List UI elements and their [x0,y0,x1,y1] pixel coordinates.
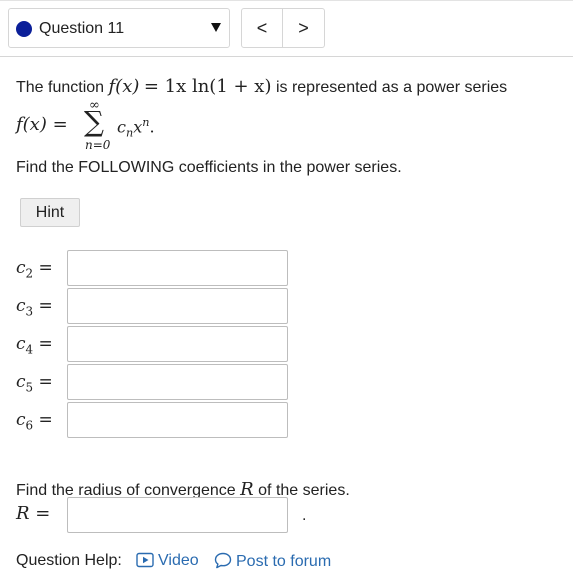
function-rhs: = 1x ln(1 + x) [143,76,272,97]
coefficient-row-c2: c2 = [16,250,296,286]
coef-eq: = [38,296,53,316]
intro-prefix: The function [16,79,105,96]
video-link-label: Video [158,552,199,569]
term-end: . [149,117,155,137]
term-variable: x [133,117,143,137]
c5-input[interactable] [67,364,288,400]
forum-link-label: Post to forum [236,553,332,570]
c3-input[interactable] [67,288,288,324]
coefficient-label: c5 = [16,372,53,394]
radius-row: R = . [16,497,316,533]
radius-label: R = [16,503,50,524]
question-help-label: Question Help: [16,552,122,569]
coef-eq: = [38,334,53,354]
video-link[interactable]: Video [136,552,199,573]
speech-bubble-icon [214,552,232,574]
question-help: Question Help: Video Post to forum [16,552,416,572]
find-coefficients-text: Find the FOLLOWING coefficients in the p… [16,159,402,176]
coef-eq: = [38,410,53,430]
coefficient-label: c2 = [16,258,53,280]
sum-lower-limit: n=0 [85,138,111,152]
coef-var: c [16,334,26,354]
sum-term: cnxn. [117,116,155,140]
c4-input[interactable] [67,326,288,362]
coef-sub: 6 [25,418,34,433]
coef-sub: 3 [25,304,34,319]
coef-eq: = [38,258,53,278]
coefficient-label: c6 = [16,410,53,432]
power-series-formula: f(x) = ∞ ∑ n=0 cnxn. [16,98,216,156]
coefficient-row-c3: c3 = [16,288,296,324]
radius-trailing-period: . [302,507,307,524]
coefficient-row-c4: c4 = [16,326,296,362]
previous-question-button[interactable]: < [241,8,283,48]
radius-var: R [16,503,30,524]
coefficient-row-c5: c5 = [16,364,296,400]
coef-sub: 2 [25,266,34,281]
sigma-icon: ∑ [84,105,104,138]
radius-input[interactable] [67,497,288,533]
coefficient-label: c4 = [16,334,53,356]
radius-eq: = [35,503,51,524]
question-status-dot-icon [16,21,32,37]
problem-intro: The function f(x) = 1x ln(1 + x) is repr… [16,76,507,97]
coefficient-label: c3 = [16,296,53,318]
question-header: Question 11 < > [0,0,573,56]
coef-sub: 4 [25,342,34,357]
post-to-forum-link[interactable]: Post to forum [214,552,331,574]
coef-var: c [16,372,26,392]
question-select[interactable]: Question 11 [8,8,230,48]
c2-input[interactable] [67,250,288,286]
coef-eq: = [38,372,53,392]
coef-var: c [16,410,26,430]
header-divider [0,56,573,57]
question-label: Question 11 [39,20,125,37]
intro-suffix: is represented as a power series [275,79,508,96]
coefficient-row-c6: c6 = [16,402,296,438]
sum-lhs: f(x) = [16,114,68,135]
play-icon [136,552,154,573]
coef-var: c [16,258,26,278]
term-base: c [117,117,126,137]
function-lhs: f(x) [108,76,140,97]
coef-var: c [16,296,26,316]
coef-sub: 5 [25,380,34,395]
c6-input[interactable] [67,402,288,438]
hint-button[interactable]: Hint [20,198,80,227]
next-question-button[interactable]: > [283,8,325,48]
caret-down-icon [211,23,221,32]
